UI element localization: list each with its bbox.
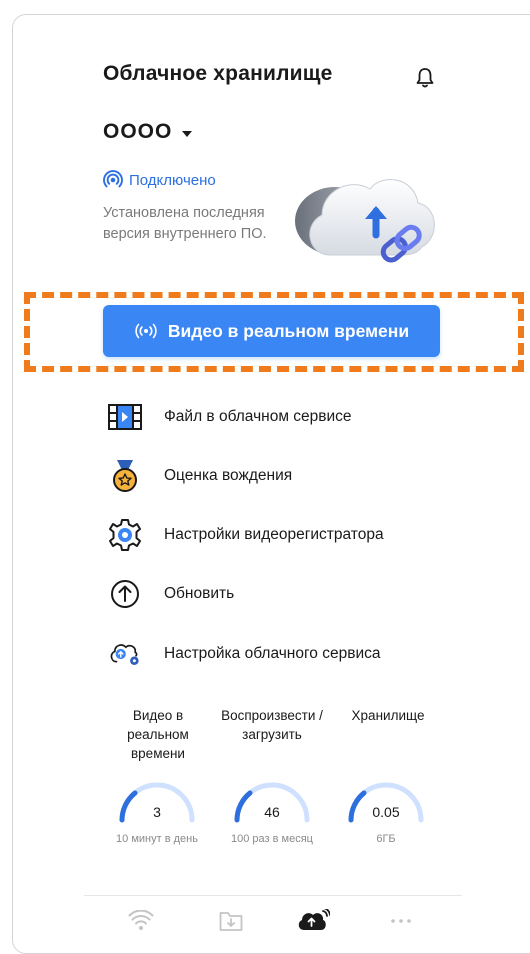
menu-item-cloud-files[interactable]: Файл в облачном сервисе xyxy=(108,400,352,434)
menu-item-label: Настройка облачного сервиса xyxy=(164,645,381,662)
chevron-down-icon xyxy=(182,130,193,137)
stat-sub-playback: 100 раз в месяц xyxy=(231,833,313,845)
tab-downloads[interactable] xyxy=(214,906,248,936)
tab-bar-divider xyxy=(84,895,462,896)
stat-value-storage: 0.05 xyxy=(372,804,400,820)
connection-status: Подключено xyxy=(103,170,216,190)
cloud-upload-icon xyxy=(298,909,330,930)
more-icon xyxy=(391,919,411,923)
tab-cloud[interactable] xyxy=(296,906,330,936)
medal-icon xyxy=(108,459,142,493)
broadcast-icon xyxy=(103,170,123,188)
device-name: OOOO xyxy=(103,120,173,143)
gear-icon xyxy=(108,518,142,552)
stat-sub-live: 10 минут в день xyxy=(116,833,198,845)
stat-value-playback: 46 xyxy=(264,804,280,820)
upload-circle-icon xyxy=(108,577,142,611)
tab-wifi[interactable] xyxy=(124,906,158,936)
stat-sub-storage: 6ГБ xyxy=(376,833,396,845)
stat-value-live: 3 xyxy=(153,804,161,820)
device-selector[interactable]: OOOO xyxy=(103,120,193,144)
tab-more[interactable] xyxy=(384,906,418,936)
cloud-upload-illustration xyxy=(295,179,435,263)
menu-item-label: Оценка вождения xyxy=(164,467,293,484)
menu-item-label: Обновить xyxy=(164,585,235,602)
live-video-button[interactable]: Видео в реальном времени xyxy=(103,305,440,357)
wifi-icon xyxy=(128,910,154,930)
stat-label-playback: Воспроизвести /загрузить xyxy=(221,708,323,742)
menu-item-cloud-settings[interactable]: Настройка облачного сервиса xyxy=(108,637,381,671)
stat-label-storage: Хранилище xyxy=(351,708,425,723)
live-video-label: Видео в реальном времени xyxy=(167,320,410,341)
menu-item-dashcam-settings[interactable]: Настройки видеорегистратора xyxy=(108,518,384,552)
video-file-icon xyxy=(108,400,142,434)
page-title: Облачное хранилище xyxy=(103,62,333,85)
bell-icon[interactable] xyxy=(414,66,436,90)
menu-item-driving-score[interactable]: Оценка вождения xyxy=(108,459,292,493)
firmware-status: Установлена последняя версия внутреннего… xyxy=(103,205,267,242)
menu-item-label: Настройки видеорегистратора xyxy=(164,526,384,543)
live-broadcast-icon xyxy=(135,323,157,339)
menu-item-label: Файл в облачном сервисе xyxy=(164,408,352,425)
stat-label-live: Видео в реальном времени xyxy=(127,708,189,761)
connected-label: Подключено xyxy=(129,171,216,189)
cloud-settings-icon xyxy=(108,637,142,671)
menu-item-update[interactable]: Обновить xyxy=(108,577,234,611)
download-folder-icon xyxy=(219,912,243,931)
